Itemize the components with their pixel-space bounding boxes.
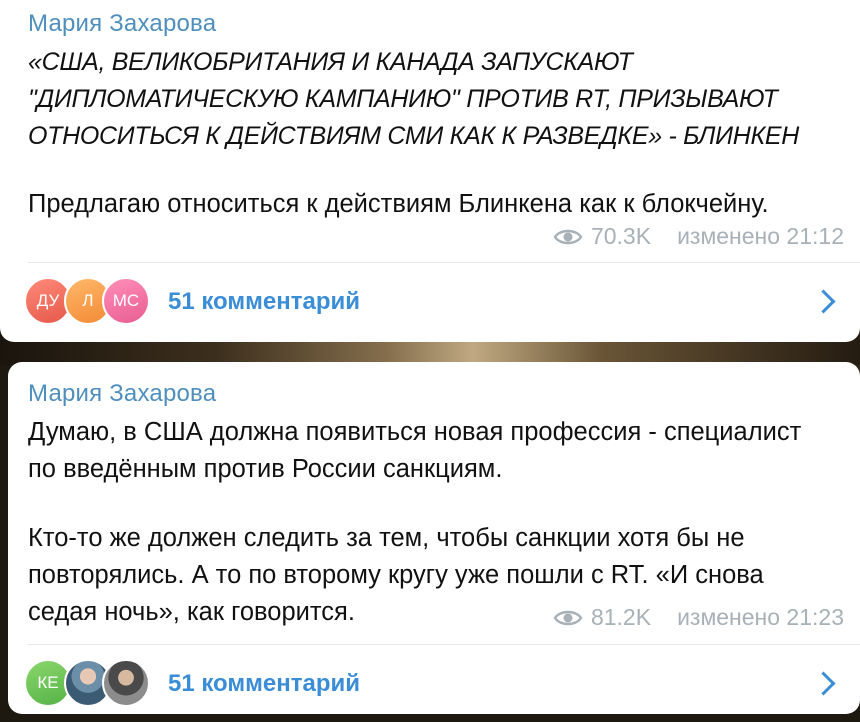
sender-name[interactable]: Мария Захарова: [28, 380, 216, 408]
chevron-right-icon[interactable]: [811, 671, 836, 696]
post-text-line: по введённым против России санкциям.: [28, 455, 503, 483]
quote-line: "ДИПЛОМАТИЧЕСКУЮ КАМПАНИЮ" ПРОТИВ RT, ПР…: [28, 85, 778, 113]
post-text-line: Кто-то же должен следить за тем, чтобы с…: [28, 524, 745, 552]
comments-count-label[interactable]: 51 комментарий: [168, 288, 360, 316]
chevron-right-icon[interactable]: [811, 289, 836, 314]
views-count: 70.3K: [590, 223, 652, 249]
channel-post[interactable]: Мария Захарова «США, ВЕЛИКОБРИТАНИЯ И КА…: [0, 0, 860, 342]
post-text-line: повторялись. А то по второму кругу уже п…: [28, 561, 764, 589]
eye-icon: [553, 610, 583, 625]
post-text: Предлагаю относиться к действиям Блинкен…: [28, 190, 769, 218]
views-count: 81.2K: [590, 604, 652, 630]
edited-time: изменено 21:23: [677, 604, 844, 630]
quote-line: ОТНОСИТЬСЯ К ДЕЙСТВИЯМ СМИ КАК К РАЗВЕДК…: [28, 122, 800, 150]
avatar: [102, 659, 150, 707]
post-meta: 70.3K изменено 21:12: [553, 223, 844, 250]
post-meta: 81.2K изменено 21:23: [553, 604, 844, 631]
eye-icon: [553, 229, 583, 244]
comments-button[interactable]: КЕ 51 комментарий: [8, 645, 860, 714]
quote-line: «США, ВЕЛИКОБРИТАНИЯ И КАНАДА ЗАПУСКАЮТ: [28, 48, 633, 76]
comments-count-label[interactable]: 51 комментарий: [168, 670, 360, 698]
sender-name[interactable]: Мария Захарова: [28, 10, 216, 38]
comments-button[interactable]: ДУ Л МС 51 комментарий: [0, 263, 860, 339]
chat-feed: Мария Захарова «США, ВЕЛИКОБРИТАНИЯ И КА…: [0, 0, 860, 722]
post-text-line: седая ночь», как говорится.: [28, 598, 355, 626]
edited-time: изменено 21:12: [677, 223, 844, 249]
post-text-line: Думаю, в США должна появиться новая проф…: [28, 418, 802, 446]
channel-post[interactable]: Мария Захарова Думаю, в США должна появи…: [8, 362, 860, 714]
avatar: МС: [102, 277, 150, 325]
